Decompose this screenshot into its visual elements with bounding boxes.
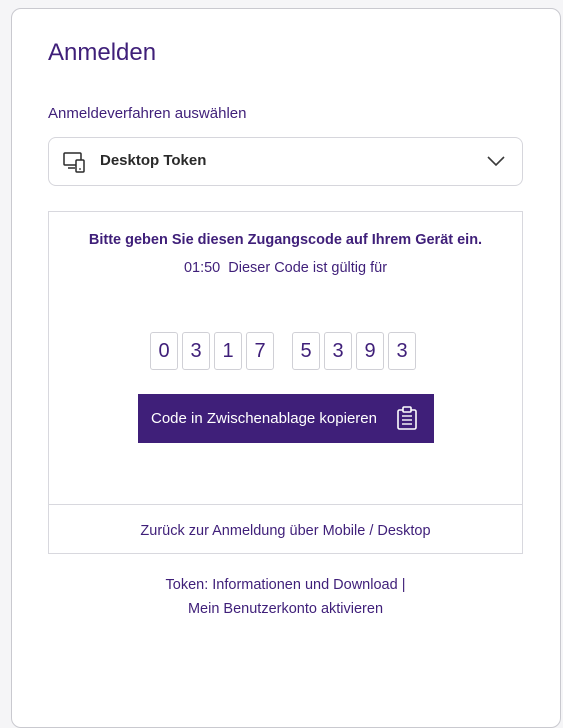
method-select-value: Desktop Token — [100, 152, 207, 169]
code-validity: 01:50 Dieser Code ist gültig für — [49, 260, 522, 276]
access-code-panel: Bitte geben Sie diesen Zugangscode auf I… — [48, 211, 523, 554]
copy-code-button[interactable]: Code in Zwischenablage kopieren — [138, 394, 434, 443]
clipboard-icon — [397, 406, 417, 430]
page-title: Anmelden — [48, 39, 157, 66]
code-timer: 01:50 — [183, 260, 221, 276]
desktop-device-icon — [63, 152, 85, 173]
copy-code-button-label: Code in Zwischenablage kopieren — [151, 410, 377, 427]
method-label: Anmeldeverfahren auswählen — [48, 105, 247, 122]
code-digit: 1 — [214, 332, 242, 370]
footer-links: Token: Informationen und Download | Mein… — [48, 573, 523, 621]
code-digit: 5 — [292, 332, 320, 370]
code-digit: 3 — [182, 332, 210, 370]
login-card: Anmelden Anmeldeverfahren auswählen Desk… — [11, 8, 561, 728]
footer-line-2: Mein Benutzerkonto aktivieren — [48, 597, 523, 621]
back-to-login-link[interactable]: Zurück zur Anmeldung über Mobile / Deskt… — [49, 523, 522, 539]
code-digit: 3 — [388, 332, 416, 370]
code-digit: 9 — [356, 332, 384, 370]
code-instruction: Bitte geben Sie diesen Zugangscode auf I… — [88, 232, 483, 248]
code-validity-text: Dieser Code ist gültig für — [228, 260, 388, 276]
code-digit: 3 — [324, 332, 352, 370]
token-info-link[interactable]: Token: Informationen und Download — [166, 577, 398, 593]
footer-line-1: Token: Informationen und Download | — [48, 573, 523, 597]
code-digit: 0 — [150, 332, 178, 370]
footer-separator: | — [401, 577, 406, 593]
activate-account-link[interactable]: Mein Benutzerkonto aktivieren — [188, 601, 383, 617]
chevron-down-icon — [487, 156, 505, 167]
divider — [49, 504, 522, 505]
method-select[interactable]: Desktop Token — [48, 137, 523, 186]
code-digit: 7 — [246, 332, 274, 370]
